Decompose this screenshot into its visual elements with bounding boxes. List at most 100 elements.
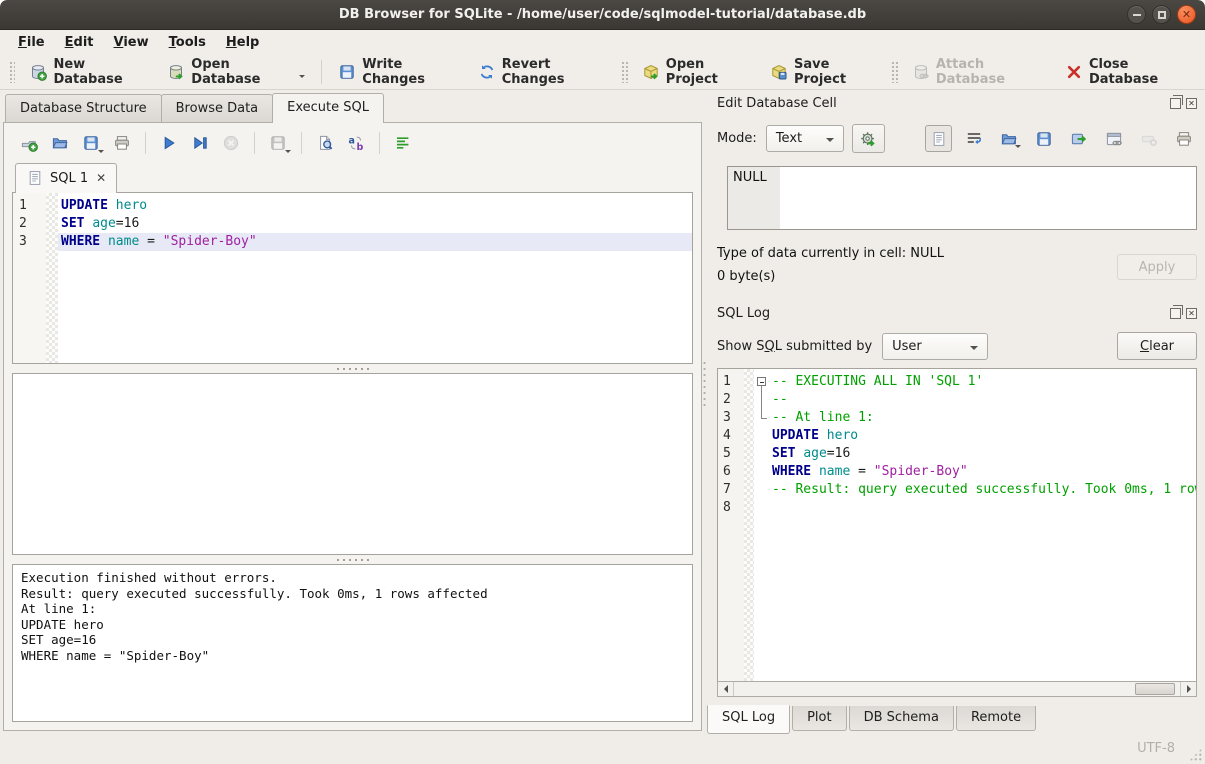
dropdown-caret-icon[interactable]	[285, 150, 291, 156]
execute-line-button[interactable]	[187, 130, 213, 156]
menu-help[interactable]: Help	[216, 33, 269, 52]
grid-message-splitter[interactable]	[12, 555, 693, 564]
attach-database-button[interactable]: Attach Database	[903, 53, 1056, 91]
toolbar-button-label: Open Project	[666, 57, 752, 87]
titlebar[interactable]: DB Browser for SQLite - /home/user/code/…	[0, 0, 1205, 30]
save-sql-file-button[interactable]	[78, 130, 104, 156]
word-wrap-button[interactable]	[960, 125, 987, 152]
revert-changes-button[interactable]: Revert Changes	[469, 53, 617, 91]
menu-tools[interactable]: Tools	[159, 33, 216, 52]
main-toolbar: New DatabaseOpen Database Write ChangesRe…	[0, 54, 1205, 90]
new-sql-tab-button[interactable]	[16, 130, 42, 156]
print-sql-button[interactable]	[109, 130, 135, 156]
right-column: Edit Database Cell ✕ Mode: Text NULL	[707, 90, 1205, 733]
menu-edit[interactable]: Edit	[55, 33, 104, 52]
toolbar-drag-handle[interactable]	[621, 61, 627, 83]
import-file-button[interactable]	[995, 125, 1022, 152]
log-filter-value: User	[892, 339, 922, 354]
status-bar: UTF-8	[0, 733, 1205, 764]
toolbar-drag-handle[interactable]	[891, 61, 897, 83]
cell-editor[interactable]: NULL	[727, 166, 1197, 230]
open-project-button[interactable]: Open Project	[633, 53, 761, 91]
set-null-button[interactable]	[1135, 125, 1162, 152]
gutter-gap	[744, 409, 754, 427]
dropdown-caret-icon[interactable]	[299, 75, 305, 81]
bottom-tab-db-schema[interactable]: DB Schema	[849, 706, 954, 731]
new-database-button[interactable]: New Database	[20, 53, 158, 91]
execute-all-button[interactable]	[156, 130, 182, 156]
svg-text:a: a	[349, 136, 355, 147]
results-grid[interactable]	[12, 373, 693, 555]
cell-type-info: Type of data currently in cell: NULL	[717, 242, 944, 265]
code-text: --	[770, 391, 1196, 409]
scrollbar-thumb[interactable]	[1135, 683, 1175, 695]
export-cell-button[interactable]	[1065, 125, 1092, 152]
scroll-left-button[interactable]	[718, 682, 734, 696]
open-url-button[interactable]	[1100, 125, 1127, 152]
float-panel-icon[interactable]	[1170, 98, 1181, 109]
line-number: 7	[718, 481, 744, 499]
dropdown-caret-icon[interactable]	[1015, 145, 1021, 151]
find-replace-button[interactable]: ab	[343, 130, 369, 156]
gutter-gap	[744, 373, 754, 391]
editor-line: 1-- EXECUTING ALL IN 'SQL 1'	[718, 373, 1196, 391]
tab-database-structure[interactable]: Database Structure	[5, 94, 162, 122]
toolbar-separator	[301, 132, 302, 154]
log-horizontal-scrollbar[interactable]	[717, 681, 1197, 697]
close-panel-icon[interactable]: ✕	[1186, 98, 1197, 109]
print-cell-button[interactable]	[1170, 125, 1197, 152]
fold-marker[interactable]	[754, 373, 770, 391]
write-changes-button[interactable]: Write Changes	[329, 53, 468, 91]
sql-log-dock-header: SQL Log ✕	[707, 301, 1197, 325]
code-text: SET age=16	[58, 215, 692, 233]
toolbar-drag-handle[interactable]	[9, 61, 15, 83]
bottom-tab-sql-log[interactable]: SQL Log	[707, 705, 790, 734]
tab-execute-sql[interactable]: Execute SQL	[272, 93, 384, 123]
sql-tab-close-icon[interactable]: ✕	[96, 171, 106, 185]
find-text-icon	[316, 134, 334, 152]
mode-select[interactable]: Text	[766, 125, 844, 152]
toolbar-separator	[321, 60, 322, 84]
format-sql-button[interactable]	[390, 130, 416, 156]
save-project-button[interactable]: Save Project	[761, 53, 886, 91]
find-text-button[interactable]	[312, 130, 338, 156]
save-cell-button[interactable]	[1030, 125, 1057, 152]
clear-log-button[interactable]: Clear	[1117, 332, 1197, 360]
sql-log-view[interactable]: 1-- EXECUTING ALL IN 'SQL 1'2--3-- At li…	[717, 368, 1197, 681]
sql-tab[interactable]: SQL 1 ✕	[15, 163, 117, 193]
resize-grip[interactable]	[1189, 748, 1202, 761]
minimize-button[interactable]	[1127, 5, 1146, 24]
tab-browse-data[interactable]: Browse Data	[161, 94, 274, 122]
fold-marker	[754, 391, 770, 409]
fold-margin-cell	[754, 463, 770, 481]
stop-execution-button[interactable]	[218, 130, 244, 156]
open-database-button[interactable]: Open Database	[158, 53, 314, 91]
gutter-gap	[46, 233, 58, 251]
panel-splitter[interactable]	[702, 90, 707, 733]
save-results-button[interactable]	[265, 130, 291, 156]
editor-line: 5SET age=16	[718, 445, 1196, 463]
editor-line: 8	[718, 499, 1196, 517]
maximize-button[interactable]	[1152, 5, 1171, 24]
arrow-right-icon	[1187, 685, 1195, 693]
log-filter-select[interactable]: User	[882, 333, 988, 360]
scroll-right-button[interactable]	[1180, 682, 1196, 696]
sql-editor[interactable]: 1UPDATE hero2SET age=163WHERE name = "Sp…	[12, 192, 693, 364]
menu-view[interactable]: View	[104, 33, 159, 52]
editor-results-splitter[interactable]	[12, 364, 693, 373]
bottom-tab-remote[interactable]: Remote	[956, 706, 1036, 731]
close-database-button[interactable]: Close Database	[1056, 53, 1201, 91]
fold-margin-cell	[754, 481, 770, 499]
open-sql-file-button[interactable]	[47, 130, 73, 156]
apply-format-button[interactable]	[852, 124, 885, 153]
text-document-button[interactable]	[925, 125, 952, 152]
close-panel-icon[interactable]: ✕	[1186, 308, 1197, 319]
apply-format-icon	[859, 130, 877, 148]
close-button[interactable]: ✕	[1177, 5, 1196, 24]
menu-file[interactable]: File	[8, 33, 55, 52]
apply-button[interactable]: Apply	[1117, 254, 1197, 280]
float-panel-icon[interactable]	[1170, 308, 1181, 319]
print-sql-icon	[113, 134, 131, 152]
dropdown-caret-icon[interactable]	[98, 150, 104, 156]
bottom-tab-plot[interactable]: Plot	[792, 706, 847, 731]
